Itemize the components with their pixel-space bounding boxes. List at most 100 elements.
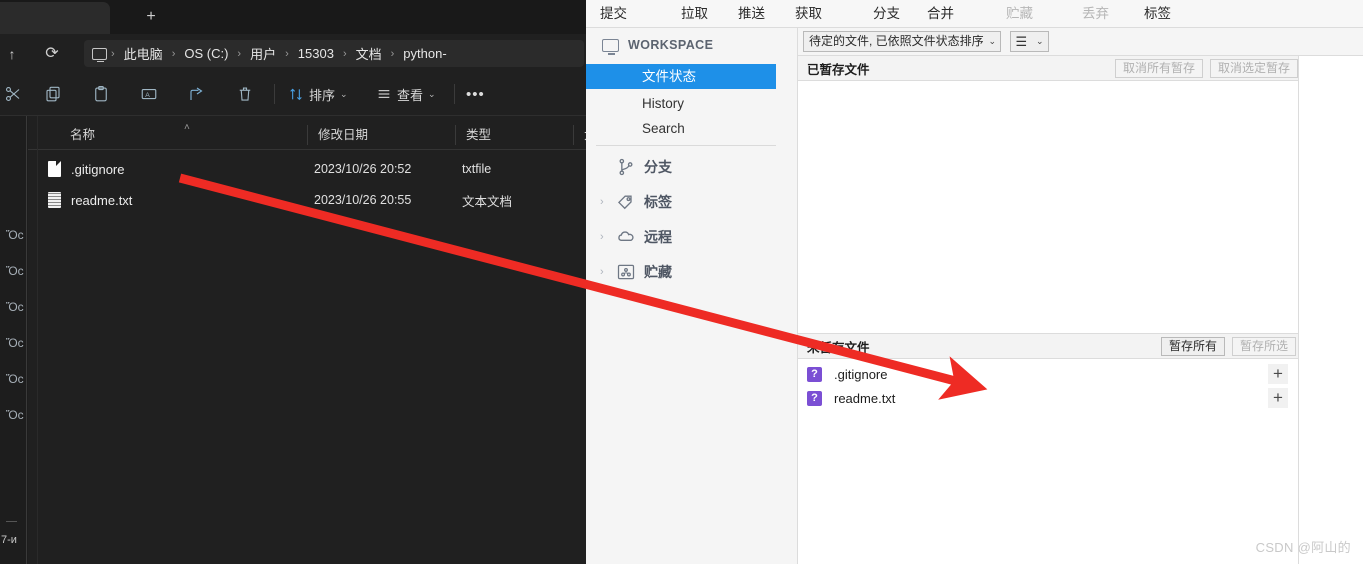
view-options-button[interactable]: ☰ ⌄ [1010,31,1049,52]
stash-button[interactable]: 贮藏 [1006,0,1033,27]
column-header-size[interactable]: 大 [574,120,586,150]
breadcrumb-item-0[interactable]: 此电脑 [116,44,171,63]
unstage-selected-button[interactable]: 取消选定暂存 [1210,59,1298,78]
stage-all-button[interactable]: 暂存所有 [1161,337,1226,356]
unstaged-files-list[interactable]: ? .gitignore + ? readme.txt + [798,360,1298,564]
breadcrumb-item-2[interactable]: 用户 [242,44,284,63]
fetch-button[interactable]: 获取 [795,0,822,27]
sidebar-item-file-status[interactable]: 文件状态 [586,64,776,89]
toolbar-divider [274,84,275,104]
sidebar-group-label: 贮藏 [644,264,672,280]
monitor-icon [92,47,107,63]
column-header-type[interactable]: 类型 [456,120,491,150]
view-label: 查看 [397,87,424,103]
table-row[interactable]: readme.txt 2023/10/26 20:55 文本文档 [48,186,586,214]
pane-vertical-divider[interactable] [1298,56,1299,564]
paste-button[interactable] [92,82,110,106]
copy-button[interactable] [44,82,62,106]
delete-button[interactable] [236,82,254,106]
tag-button[interactable]: 标签 [1144,0,1171,27]
sidebar-group-branches[interactable]: 分支 [586,152,776,182]
chevron-right-icon[interactable]: › [600,196,604,208]
pin-icon[interactable]: Ὄc [6,408,24,422]
hamburger-icon: ☰ [1015,34,1028,49]
pane-topbar: 待定的文件, 已依照文件状态排序 ⌄ ☰ ⌄ [798,28,1363,56]
breadcrumb-item-3[interactable]: 15303 [290,46,342,61]
new-tab-button[interactable]: + [140,0,162,34]
copy-icon [46,86,60,102]
staged-section-header: 已暂存文件 取消所有暂存 取消选定暂存 [798,56,1298,81]
toolbar-divider [454,84,455,104]
column-header-date[interactable]: 修改日期 [308,120,368,150]
stage-selected-button[interactable]: 暂存所选 [1232,337,1297,356]
file-name: .gitignore [71,161,125,177]
unstaged-title: 未暂存文件 [807,340,870,355]
pull-button[interactable]: 拉取 [681,0,708,27]
chevron-down-icon: ⌄ [340,88,348,99]
file-explorer-window: ✕ + ↑ ⟳ › 此电脑 › OS (C:) › 用户 › 15303 › 文… [0,0,586,564]
pin-icon[interactable]: Ὄc [6,228,24,242]
workspace-label: WORKSPACE [628,38,714,52]
pin-icon[interactable]: Ὄc [6,264,24,278]
sidebar-group-tags[interactable]: › 标签 [586,187,776,217]
unstaged-file-name: .gitignore [834,366,888,382]
close-icon[interactable]: ✕ [0,10,2,26]
sort-button[interactable]: 排序 ⌄ [288,82,348,106]
chevron-right-icon[interactable]: › [600,266,604,278]
share-button[interactable] [188,82,206,106]
unstaged-section-header: 未暂存文件 暂存所有 暂存所选 [798,334,1298,359]
commit-button[interactable]: 提交 [600,0,627,27]
branch-button[interactable]: 分支 [873,0,900,27]
text-document-icon [48,192,61,208]
pin-icon[interactable]: Ὄc [6,336,24,350]
sidebar-item-history[interactable]: History [586,91,776,116]
sort-label: 排序 [309,87,336,103]
explorer-nav-rail: Ὄc Ὄc Ὄc Ὄc Ὄc Ὄc 7-и [0,116,28,564]
trash-icon [239,87,251,101]
cut-button[interactable] [4,82,22,106]
unstage-all-button[interactable]: 取消所有暂存 [1115,59,1204,78]
unstaged-file-name: readme.txt [834,390,896,406]
more-options-button[interactable]: ••• [466,82,485,106]
stage-file-button[interactable]: + [1268,364,1288,384]
breadcrumb-item-5[interactable]: python- [395,46,454,61]
list-item[interactable]: ? .gitignore + [798,362,1298,386]
sidebar-group-label: 分支 [644,159,672,175]
table-row[interactable]: .gitignore 2023/10/26 20:52 txtfile [48,155,586,183]
discard-button[interactable]: 丢弃 [1082,0,1109,27]
screenshot-root: ✕ + ↑ ⟳ › 此电脑 › OS (C:) › 用户 › 15303 › 文… [0,0,1363,564]
explorer-tab[interactable]: ✕ [0,2,110,34]
rename-button[interactable]: A [140,82,158,106]
address-bar[interactable]: › 此电脑 › OS (C:) › 用户 › 15303 › 文档 › pyth… [84,40,584,67]
merge-button[interactable]: 合并 [927,0,954,27]
explorer-nav-bar: ↑ ⟳ › 此电脑 › OS (C:) › 用户 › 15303 › 文档 › … [0,34,586,72]
file-sort-dropdown[interactable]: 待定的文件, 已依照文件状态排序 ⌄ [803,31,1001,52]
sidebar-group-label: 远程 [644,229,672,245]
list-item[interactable]: ? readme.txt + [798,386,1298,410]
sidebar-group-stashes[interactable]: › 贮藏 [586,257,776,287]
push-button[interactable]: 推送 [738,0,765,27]
pin-icon[interactable]: Ὄc [6,300,24,314]
scissors-icon [5,86,20,102]
sidebar-divider [596,145,776,146]
file-status-pane: 待定的文件, 已依照文件状态排序 ⌄ ☰ ⌄ 已暂存文件 取消所有暂存 取消选定… [798,28,1363,564]
chevron-down-icon: ⌄ [988,36,996,46]
stage-file-button[interactable]: + [1268,388,1288,408]
breadcrumb-item-4[interactable]: 文档 [348,44,390,63]
stash-icon [616,262,636,282]
breadcrumb-item-1[interactable]: OS (C:) [176,46,236,61]
file-type: txtfile [462,162,492,176]
untracked-status-badge: ? [807,366,822,382]
staged-files-list[interactable] [798,81,1298,334]
column-header-name[interactable]: 名称 [60,120,95,150]
untracked-status-badge: ? [807,390,822,406]
list-view-icon [378,90,390,98]
explorer-tab-strip: ✕ + [0,0,586,34]
view-button[interactable]: 查看 ⌄ [376,82,436,106]
refresh-icon[interactable]: ⟳ [40,42,64,66]
sidebar-item-search[interactable]: Search [586,116,776,141]
pin-icon[interactable]: Ὄc [6,372,24,386]
chevron-right-icon[interactable]: › [600,231,604,243]
up-arrow-icon[interactable]: ↑ [0,42,24,66]
sidebar-group-remotes[interactable]: › 远程 [586,222,776,252]
